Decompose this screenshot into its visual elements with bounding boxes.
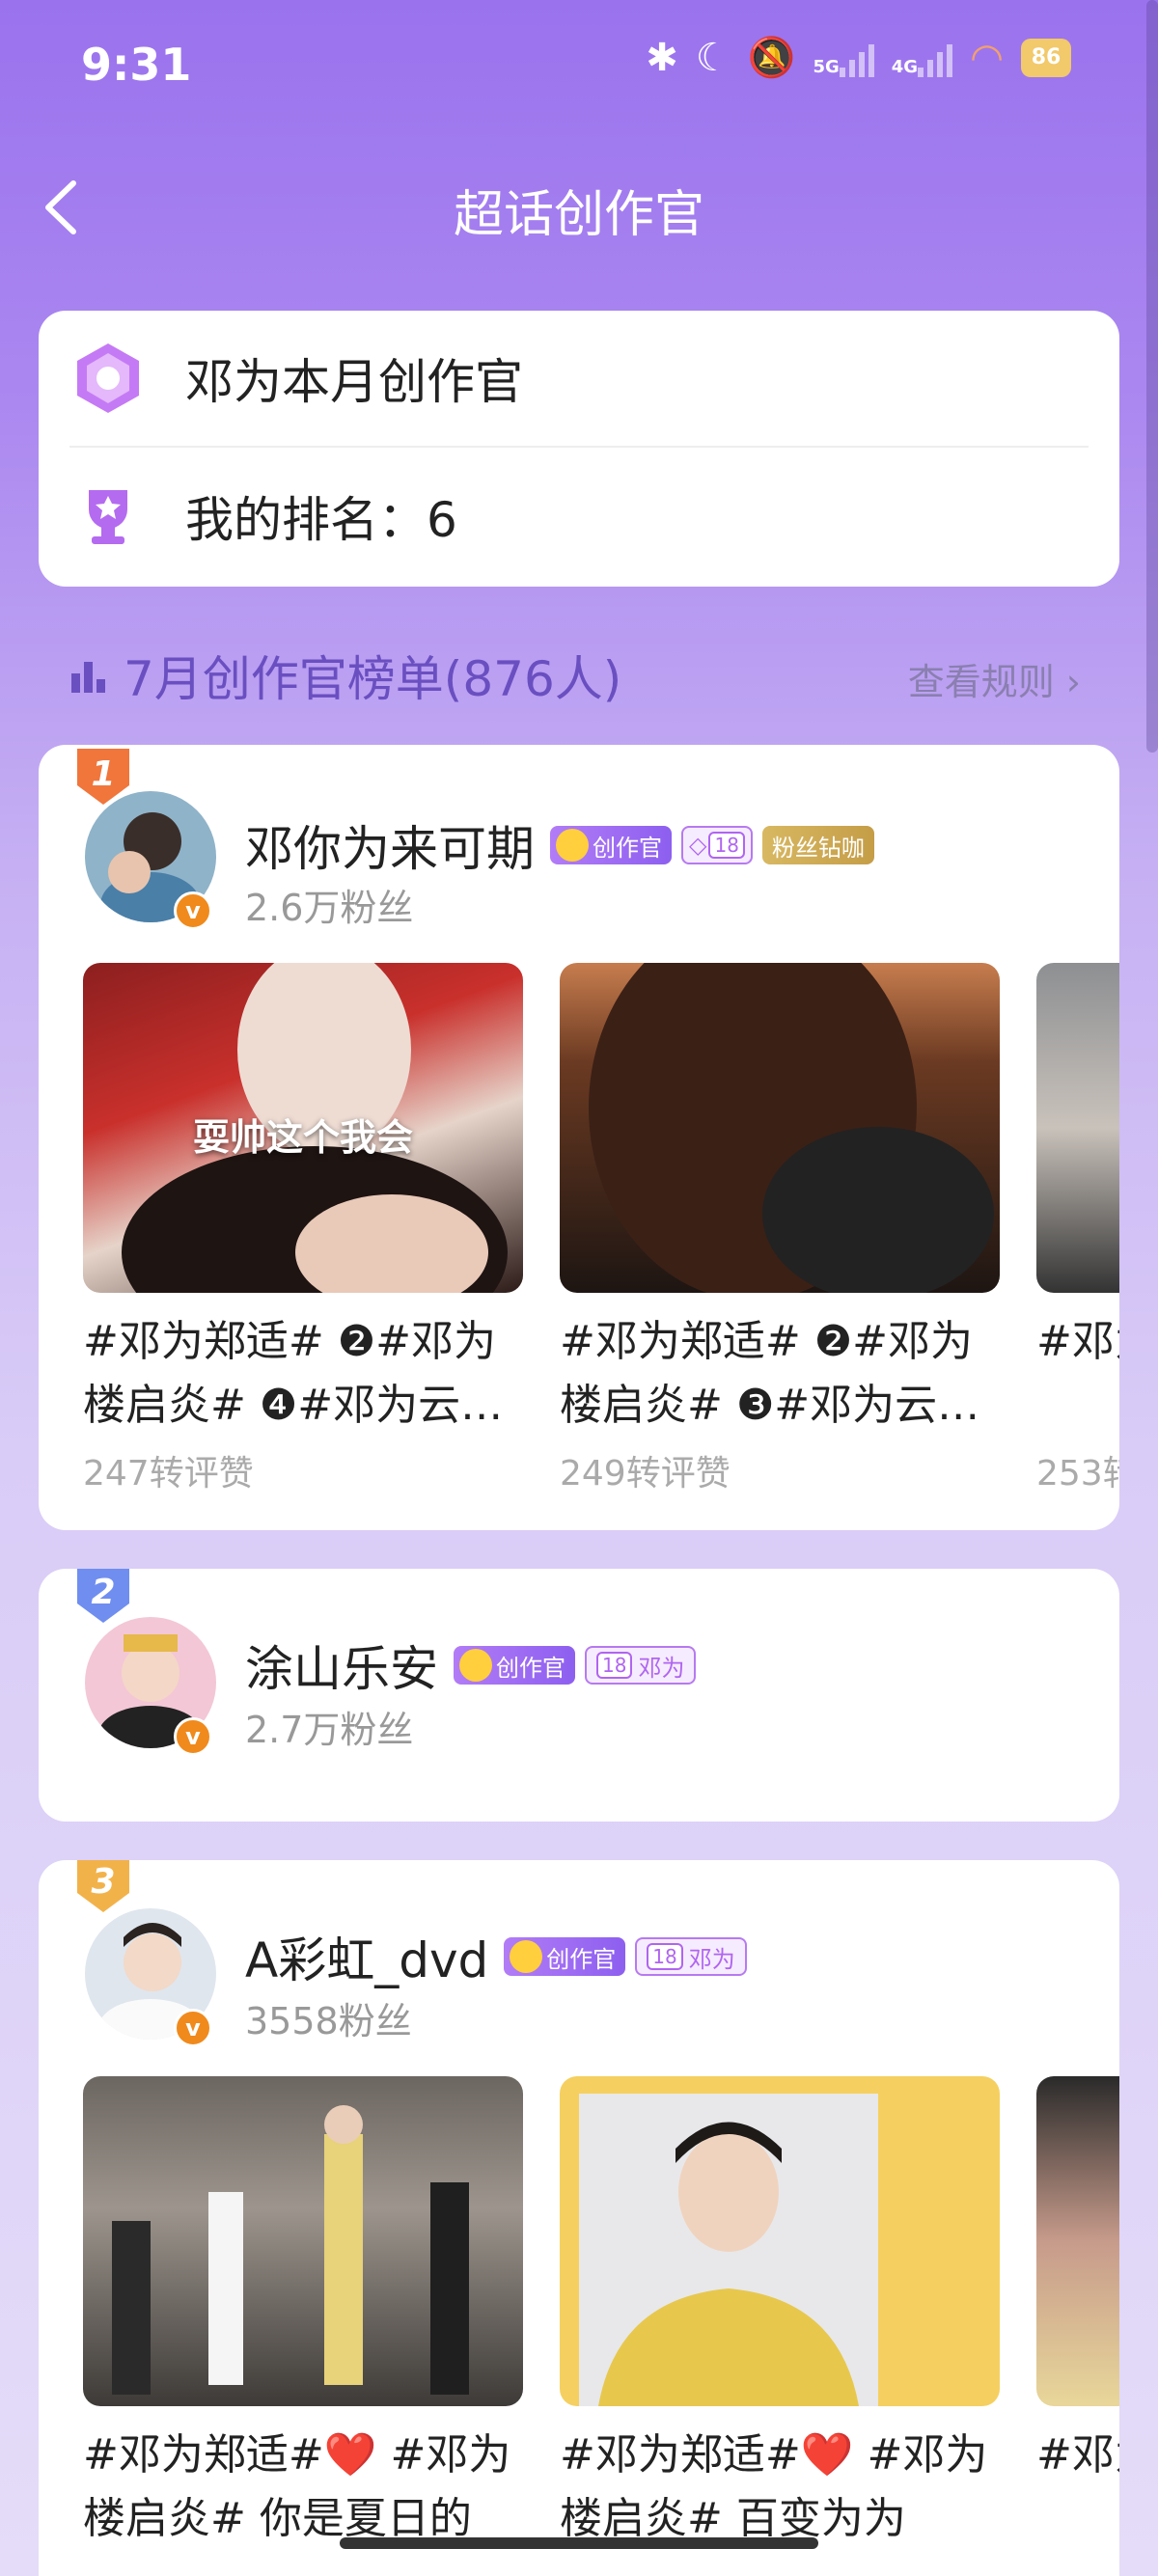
- post-text: #邓为郑适# ❷#邓为楼启炎# ❹#邓为云…: [83, 1317, 504, 1430]
- post-thumbnail[interactable]: [83, 2076, 523, 2406]
- username[interactable]: 邓你为来可期 创作官 ◇ 18 粉丝钻咖: [245, 810, 874, 880]
- post-thumbnail[interactable]: 耍帅这个我会: [83, 963, 523, 1293]
- mute-icon: 🔕: [747, 36, 796, 80]
- home-indicator[interactable]: [340, 2537, 818, 2549]
- rank-3-medal-icon: 3: [77, 1860, 129, 1912]
- status-bar: 9:31 ✱ ☾ 🔕 5G 4G ◠ 86: [0, 0, 1158, 135]
- post-thumbnail[interactable]: [1036, 963, 1119, 1293]
- ranking-card-2[interactable]: 2 v 涂山乐安 创作官 18 邓为 2.7万粉丝: [39, 1569, 1119, 1822]
- creator-row[interactable]: 邓为本月创作官: [69, 311, 1089, 448]
- page-title: 超话创作官: [453, 186, 704, 244]
- rank-2-medal-icon: 2: [77, 1569, 129, 1623]
- battery-icon: 86: [1021, 38, 1071, 77]
- post-card[interactable]: #邓为 楼启: [1036, 2076, 1119, 2551]
- fan-count: 3558粉丝: [245, 2000, 412, 2042]
- scrollbar[interactable]: [1146, 0, 1158, 753]
- post-card[interactable]: #邓为 楼启 253转: [1036, 963, 1119, 1495]
- username[interactable]: A彩虹_dvd 创作官 18 邓为: [245, 1922, 747, 1991]
- ranking-header: 7月创作官榜单(876人) 查看规则 ›: [68, 641, 1119, 708]
- post-thumbnail[interactable]: [1036, 2076, 1119, 2406]
- bar-chart-icon: [71, 662, 105, 693]
- post-card[interactable]: #邓为郑适# ❷#邓为楼启炎# ❸#邓为云… 249转评赞: [560, 963, 1000, 1495]
- verified-icon: v: [174, 891, 212, 930]
- signal-4g-icon: 4G: [892, 39, 953, 77]
- ranking-title: 7月创作官榜单(876人): [124, 651, 622, 707]
- post-list: 耍帅这个我会 #邓为郑适# ❷#邓为楼启炎# ❹#邓为云… 247转评赞 #邓为…: [83, 963, 1119, 1495]
- svg-text:3: 3: [91, 1862, 115, 1902]
- username[interactable]: 涂山乐安 创作官 18 邓为: [245, 1631, 697, 1700]
- rank-row: 我的排名：6: [69, 448, 1089, 585]
- svg-text:1: 1: [91, 754, 115, 794]
- bluetooth-icon: ✱: [646, 35, 678, 80]
- fan-count: 2.7万粉丝: [245, 1709, 414, 1751]
- wifi-icon: ◠: [970, 35, 1004, 80]
- view-rules-link[interactable]: 查看规则 ›: [908, 652, 1081, 705]
- post-stats: 253转: [1036, 1454, 1119, 1494]
- post-text: #邓为 楼启: [1036, 1317, 1119, 1366]
- trophy-icon: [69, 478, 147, 555]
- creator-title: 邓为本月创作官: [185, 354, 523, 410]
- post-card[interactable]: 耍帅这个我会 #邓为郑适# ❷#邓为楼启炎# ❹#邓为云… 247转评赞: [83, 963, 523, 1495]
- my-rank: 我的排名：6: [185, 492, 457, 548]
- creator-tag: 创作官: [504, 1937, 626, 1976]
- post-thumbnail[interactable]: [560, 2076, 1000, 2406]
- svg-text:2: 2: [91, 1573, 115, 1612]
- creator-tag: 创作官: [550, 826, 672, 864]
- creator-badge-icon: [69, 340, 147, 417]
- fan-level-tag: 18 邓为: [635, 1937, 747, 1976]
- post-stats: 247转评赞: [83, 1454, 254, 1494]
- ranking-card-3[interactable]: 3 v A彩虹_dvd 创作官 18 邓为 3558粉丝 #邓为郑适#❤️ #邓为…: [39, 1860, 1119, 2576]
- verified-icon: v: [174, 1717, 212, 1756]
- post-card[interactable]: #邓为郑适#❤️ #邓为楼启炎# 百变为为: [560, 2076, 1000, 2551]
- post-list: #邓为郑适#❤️ #邓为楼启炎# 你是夏日的 #邓为郑适#❤️ #邓为楼启炎# …: [83, 2076, 1119, 2551]
- nav-bar: 超话创作官: [0, 154, 1158, 260]
- status-time: 9:31: [81, 39, 192, 91]
- post-text: #邓为郑适#❤️ #邓为楼启炎# 百变为为: [560, 2430, 988, 2543]
- post-stats: 249转评赞: [560, 1454, 731, 1494]
- post-text: #邓为郑适# ❷#邓为楼启炎# ❸#邓为云…: [560, 1317, 980, 1430]
- fan-count: 2.6万粉丝: [245, 887, 414, 929]
- summary-card: 邓为本月创作官 我的排名：6: [39, 311, 1119, 587]
- fan-level-tag: ◇ 18: [681, 826, 753, 864]
- fan-diamond-tag: 粉丝钻咖: [761, 826, 874, 864]
- status-icons: ✱ ☾ 🔕 5G 4G ◠ 86: [646, 35, 1071, 80]
- verified-icon: v: [174, 2009, 212, 2047]
- signal-5g-icon: 5G: [813, 39, 874, 77]
- diamond-icon: ◇: [689, 832, 707, 859]
- fan-level-tag: 18 邓为: [585, 1646, 697, 1685]
- post-text: #邓为郑适#❤️ #邓为楼启炎# 你是夏日的: [83, 2430, 511, 2543]
- post-text: #邓为 楼启: [1036, 2430, 1119, 2480]
- ranking-card-1[interactable]: 1 v 邓你为来可期 创作官 ◇ 18 粉丝钻咖 2.6万粉丝 耍帅这个我会 #邓…: [39, 745, 1119, 1530]
- post-thumbnail[interactable]: [560, 963, 1000, 1293]
- post-card[interactable]: #邓为郑适#❤️ #邓为楼启炎# 你是夏日的: [83, 2076, 523, 2551]
- moon-icon: ☾: [695, 35, 731, 80]
- creator-tag: 创作官: [454, 1646, 575, 1685]
